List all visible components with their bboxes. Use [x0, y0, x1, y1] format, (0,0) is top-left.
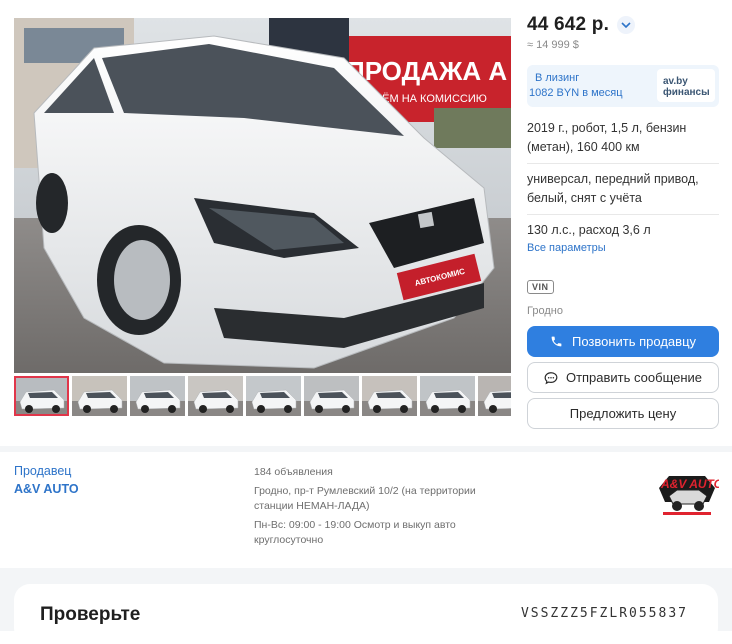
offer-price-button[interactable]: Предложить цену — [527, 398, 719, 429]
currency-dropdown[interactable] — [617, 16, 636, 34]
seller-info: 184 объявления Гродно, пр-т Румлевский 1… — [254, 465, 504, 552]
av-finance-logo-line2: финансы — [663, 87, 710, 98]
spec-line-1: 2019 г., робот, 1,5 л, бензин (метан), 1… — [527, 121, 687, 154]
photo-thumbnail[interactable] — [478, 376, 511, 416]
spec-line-2: универсал, передний привод, белый, снят … — [527, 172, 699, 205]
check-card: Проверьте VSSZZZ5FZLR055837 — [14, 584, 718, 644]
seller-ads-count[interactable]: 184 объявления — [254, 465, 504, 480]
chevron-down-icon — [621, 22, 631, 28]
price: 44 642 р. — [527, 14, 610, 35]
price-row: 44 642 р. — [527, 12, 719, 38]
photo-thumbnail[interactable] — [14, 376, 69, 416]
phone-icon — [550, 335, 564, 349]
vin-code[interactable]: VSSZZZ5FZLR055837 — [521, 606, 688, 621]
send-message-label: Отправить сообщение — [565, 370, 703, 385]
city: Гродно — [527, 305, 563, 317]
listing-panel: 44 642 р. ≈ 14 999 $ В лизинг 1082 BYN в… — [527, 12, 719, 429]
photo-thumbnail[interactable] — [72, 376, 127, 416]
divider — [527, 214, 719, 215]
leasing-title: В лизинг — [535, 72, 580, 84]
leasing-amount: 1082 BYN в месяц — [529, 87, 623, 99]
price-usd: ≈ 14 999 $ — [527, 39, 579, 51]
photo-thumbnail[interactable] — [362, 376, 417, 416]
photo-thumbnail[interactable] — [130, 376, 185, 416]
photo-thumbnails — [14, 376, 511, 416]
all-params-link[interactable]: Все параметры — [527, 242, 719, 254]
call-seller-button[interactable]: Позвонить продавцу — [527, 326, 719, 357]
seller-address: Гродно, пр-т Румлевский 10/2 (на террито… — [254, 485, 476, 512]
leasing-card[interactable]: В лизинг 1082 BYN в месяц av.by финансы — [527, 65, 719, 107]
check-title: Проверьте — [40, 604, 141, 625]
seller-logo[interactable]: A&V AUTO — [655, 466, 724, 522]
seller-block: Продавец A&V AUTO 184 объявления Гродно,… — [0, 446, 732, 564]
photo-thumbnail[interactable] — [304, 376, 359, 416]
divider — [527, 163, 719, 164]
seller-label[interactable]: Продавец — [14, 464, 71, 478]
seller-name[interactable]: A&V AUTO — [14, 482, 79, 496]
listing-header: ПРОДАЖА А ПРИЁМ НА КОМИССИЮ АВТОКОМИС 44… — [0, 0, 732, 440]
chat-bubble-icon — [544, 371, 558, 385]
av-finance-logo: av.by финансы — [657, 69, 715, 102]
photo-thumbnail[interactable] — [188, 376, 243, 416]
offer-price-label: Предложить цену — [569, 406, 677, 421]
seller-logo-text: A&V AUTO — [660, 477, 719, 491]
vin-badge: VIN — [527, 280, 554, 294]
send-message-button[interactable]: Отправить сообщение — [527, 362, 719, 393]
av-finance-logo-line1: av.by — [663, 76, 688, 87]
photo-thumbnail[interactable] — [420, 376, 475, 416]
seller-hours: Пн-Вс: 09:00 - 19:00 Осмотр и выкуп авто… — [254, 519, 456, 546]
photo-thumbnail[interactable] — [246, 376, 301, 416]
spec-line-3: 130 л.с., расход 3,6 л — [527, 223, 651, 237]
banner-text: ПРОДАЖА А — [346, 56, 507, 86]
call-seller-label: Позвонить продавцу — [571, 334, 697, 349]
main-photo[interactable]: ПРОДАЖА А ПРИЁМ НА КОМИССИЮ АВТОКОМИС — [14, 18, 511, 373]
